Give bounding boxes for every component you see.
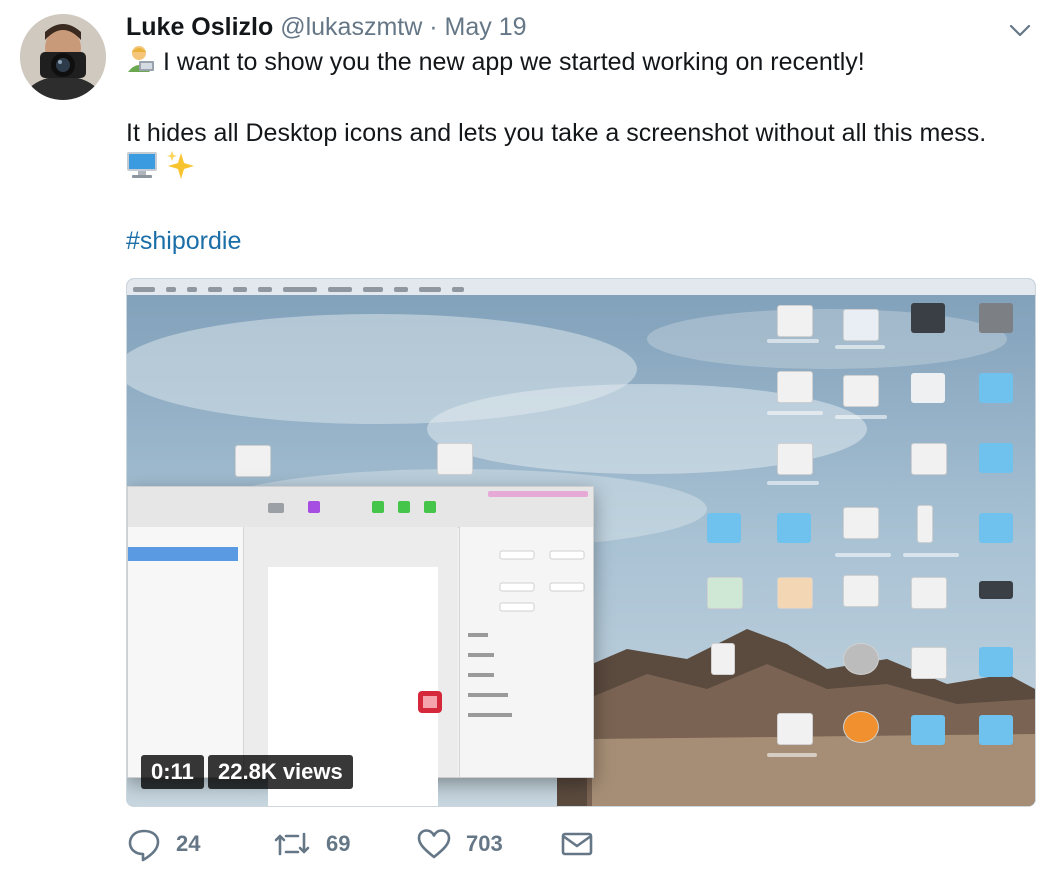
video-player[interactable]: 0:11 22.8K views: [126, 278, 1036, 807]
tweet-text-line-2: It hides all Desktop icons and lets you …: [126, 119, 987, 147]
folder-icon: [979, 513, 1013, 543]
like-button[interactable]: 703: [416, 826, 503, 862]
sparkles-emoji: [166, 150, 196, 188]
reply-count: 24: [176, 831, 201, 856]
icon-label: [835, 345, 885, 349]
hashtag-link[interactable]: #shipordie: [126, 224, 241, 258]
folder-icon: [707, 513, 741, 543]
desktop-icon: [843, 375, 879, 407]
desktop-icon: [979, 581, 1013, 599]
like-count: 703: [466, 831, 503, 856]
retweet-button[interactable]: 69: [272, 826, 350, 862]
folder-icon: [777, 513, 811, 543]
desktop-icon: [911, 303, 945, 333]
direct-message-button[interactable]: [560, 826, 594, 862]
desktop-icon: [843, 643, 879, 675]
reply-icon: [126, 826, 162, 862]
author-handle[interactable]: @lukaszmtw: [280, 13, 422, 41]
retweet-icon: [272, 826, 312, 862]
desktop-icon: [917, 505, 933, 543]
envelope-icon: [560, 826, 594, 862]
tweet-date[interactable]: May 19: [445, 13, 527, 41]
desktop-icon: [777, 443, 813, 475]
app-window: [127, 486, 594, 806]
desktop-icon: [777, 371, 813, 403]
tweet-text-line-1: I want to show you the new app we starte…: [126, 44, 865, 83]
folder-icon: [911, 715, 945, 745]
avatar-photo: [20, 14, 106, 100]
reply-button[interactable]: 24: [126, 826, 200, 862]
folder-icon: [979, 647, 1013, 677]
retweet-count: 69: [326, 831, 351, 856]
app-layers-sidebar: [128, 527, 244, 777]
folder-icon: [979, 373, 1013, 403]
app-inspector: [459, 527, 593, 777]
author-name[interactable]: Luke Oslizlo: [126, 13, 273, 41]
app-icon-red: [418, 691, 442, 713]
video-view-count: 22.8K views: [208, 755, 353, 789]
desktop-icon: [843, 507, 879, 539]
desktop-icon: [777, 713, 813, 745]
desktop-icon: [777, 305, 813, 337]
folder-icon: [979, 715, 1013, 745]
video-duration: 0:11: [141, 755, 204, 789]
desktop-computer-emoji: [126, 150, 158, 188]
desktop-icon: [979, 303, 1013, 333]
icon-label: [835, 415, 887, 419]
tweet-emoji-line: [126, 150, 196, 188]
icon-label: [903, 553, 959, 557]
macos-menubar: [127, 279, 1035, 295]
tweet-actions: 24 69 703: [126, 826, 726, 862]
folder-icon: [979, 443, 1013, 473]
desktop-icon: [777, 577, 813, 609]
desktop-icon: [711, 643, 735, 675]
desktop-icon: [843, 309, 879, 341]
icon-label: [767, 411, 823, 415]
heart-icon: [416, 826, 452, 862]
selected-layer: [128, 547, 238, 561]
icon-label: [767, 481, 819, 485]
app-canvas: [244, 527, 458, 806]
tweet-header: Luke Oslizlo @lukaszmtw · May 19: [126, 12, 527, 42]
app-toolbar: [128, 487, 593, 528]
icon-label: [767, 753, 817, 757]
icon-label: [767, 339, 819, 343]
desktop-icon: [437, 443, 473, 475]
chevron-down-icon[interactable]: [1008, 18, 1032, 42]
desktop-icon: [843, 711, 879, 743]
desktop-icon: [911, 443, 947, 475]
desktop-icon: [911, 373, 945, 403]
developer-emoji: [126, 44, 156, 83]
desktop-icon: [235, 445, 271, 477]
tweet-text-1: I want to show you the new app we starte…: [162, 48, 865, 77]
desktop-icon: [911, 577, 947, 609]
icon-label: [835, 553, 891, 557]
desktop-icon: [843, 575, 879, 607]
desktop-icon: [707, 577, 743, 609]
desktop-icon: [911, 647, 947, 679]
avatar[interactable]: [20, 14, 106, 100]
header-separator: ·: [429, 13, 438, 41]
